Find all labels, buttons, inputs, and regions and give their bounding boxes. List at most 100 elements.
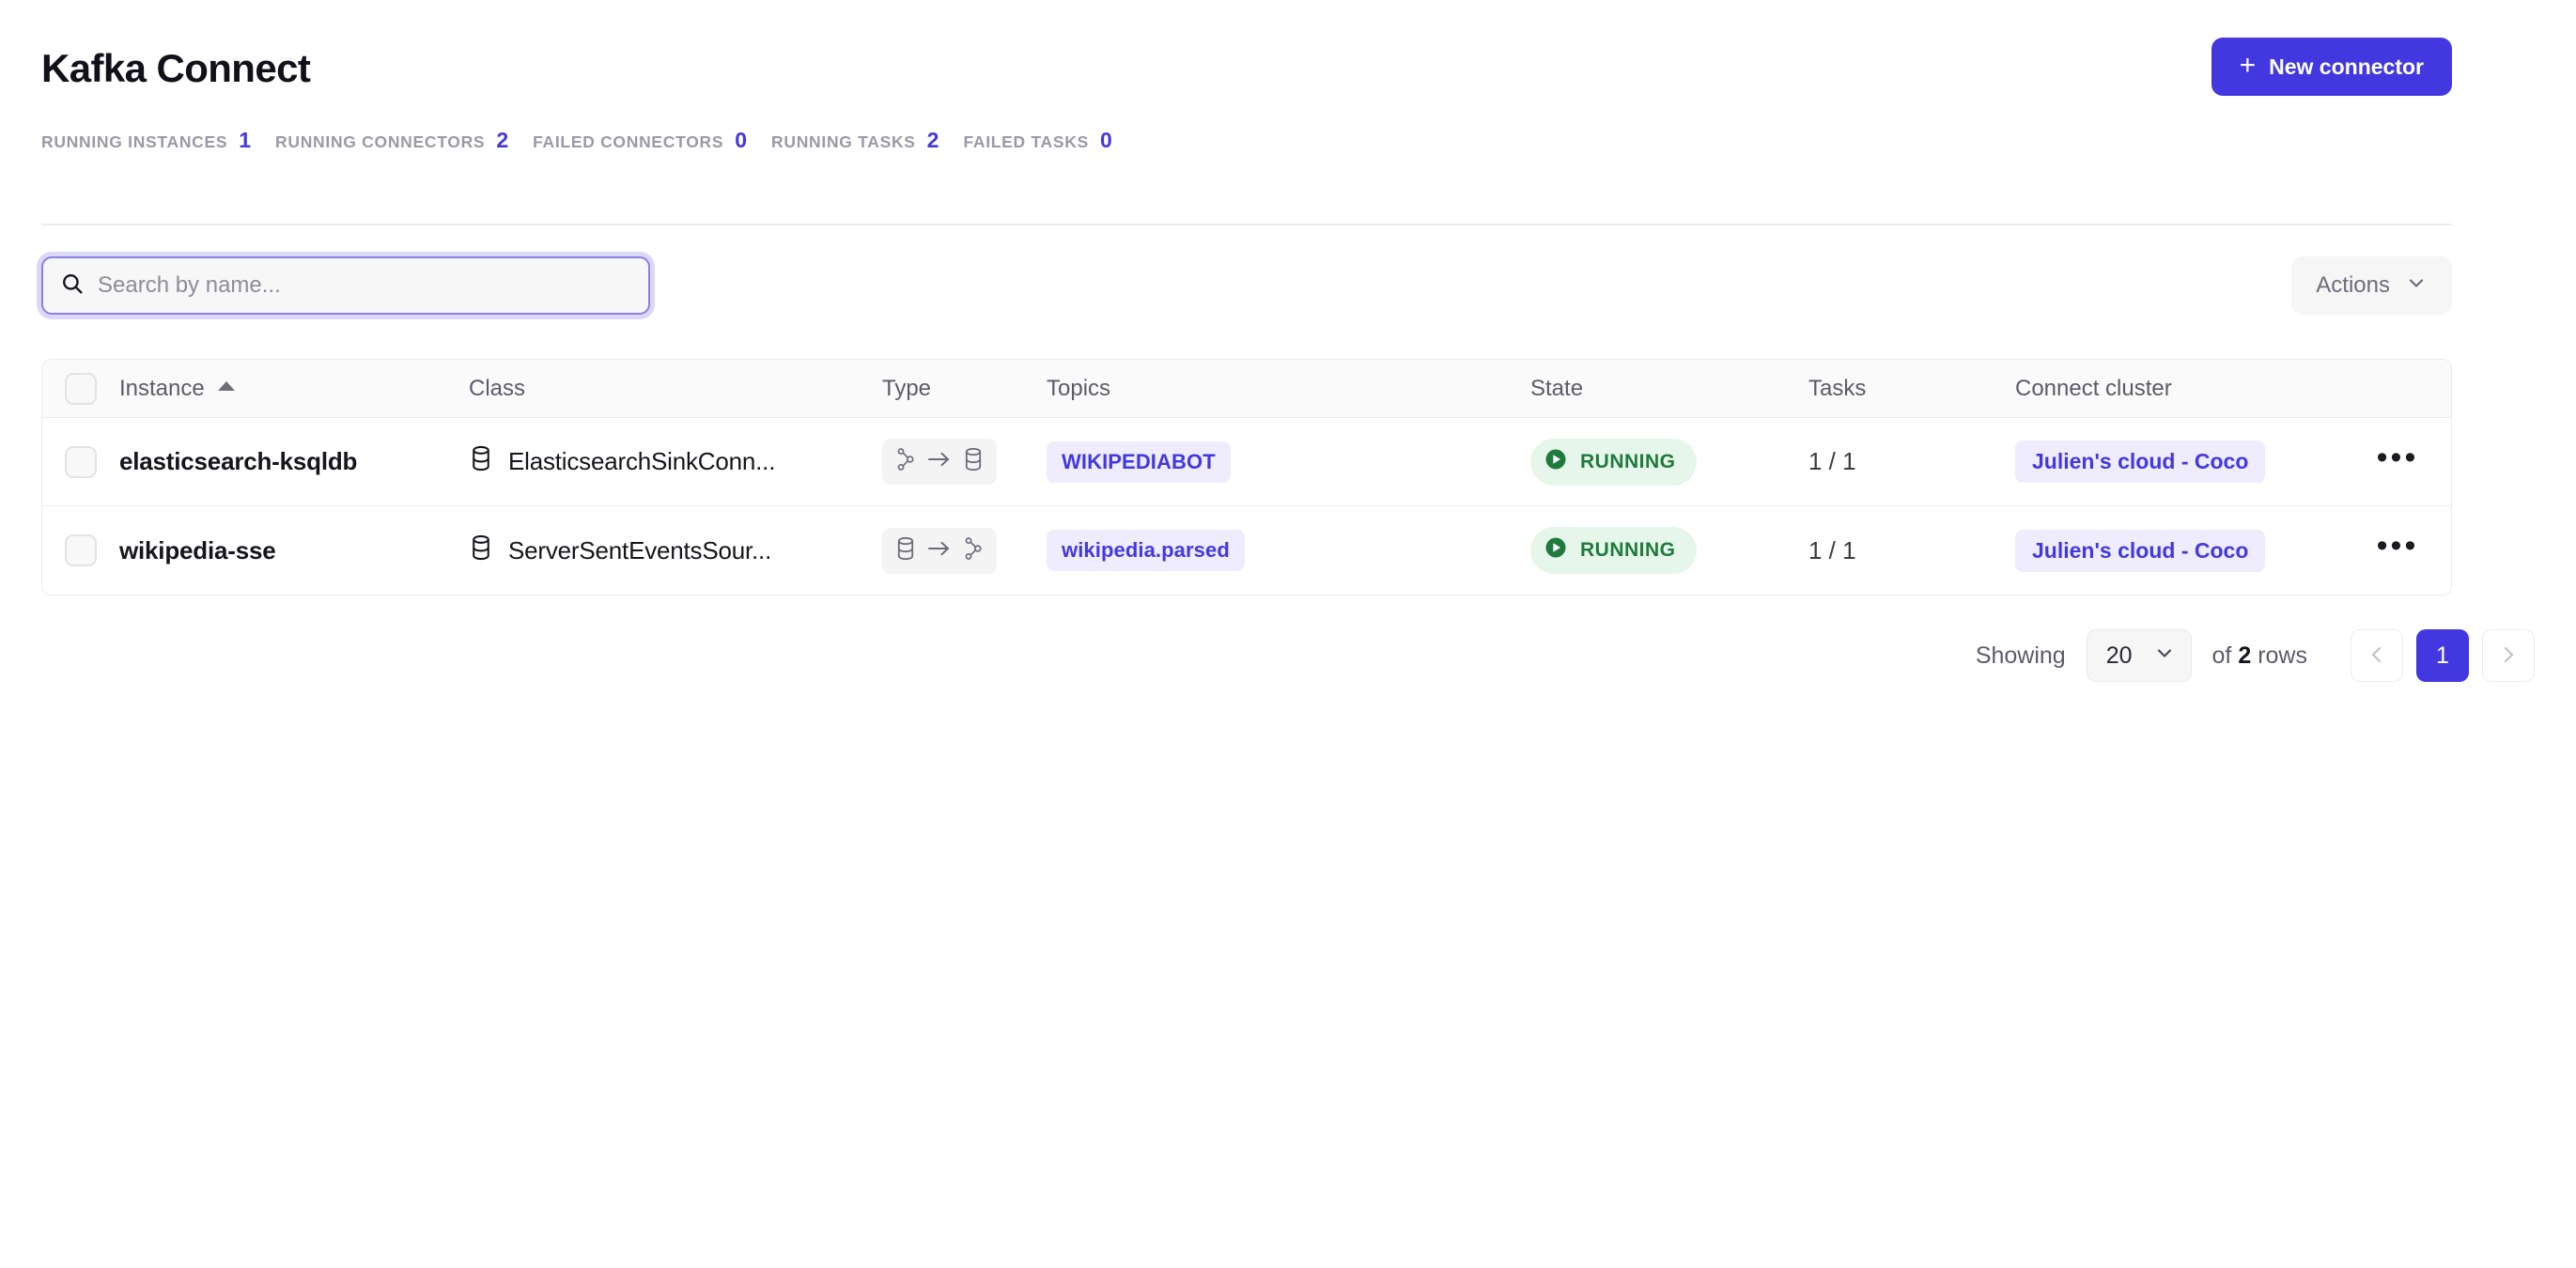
row-menu-cell: ••• — [2344, 530, 2451, 570]
page-size-select[interactable]: 20 — [2086, 629, 2192, 682]
cell-type — [882, 439, 1047, 485]
table-row[interactable]: elasticsearch-ksqldb ElasticsearchSinkCo… — [42, 418, 2451, 506]
stat-value: 1 — [239, 128, 252, 152]
chevron-right-icon — [2497, 643, 2520, 669]
cell-tasks: 1 / 1 — [1808, 447, 1856, 475]
chevron-left-icon — [2366, 643, 2388, 669]
cell-instance: elasticsearch-ksqldb — [119, 447, 358, 475]
topic-chip[interactable]: wikipedia.parsed — [1047, 530, 1245, 571]
cell-class: ServerSentEventsSour... — [469, 534, 882, 567]
play-circle-icon — [1544, 535, 1568, 565]
chevron-down-icon — [2405, 271, 2428, 301]
stat-value: 0 — [1099, 128, 1112, 152]
row-overflow-menu-button[interactable]: ••• — [2367, 530, 2429, 570]
cell-class-label: ElasticsearchSinkConn... — [508, 447, 776, 475]
cell-state: RUNNING — [1530, 438, 1808, 486]
page-title: Kafka Connect — [41, 46, 311, 90]
row-checkbox[interactable] — [65, 534, 97, 566]
column-label: Type — [882, 375, 932, 401]
stat-failed-connectors: FAILED CONNECTORS 0 — [533, 128, 747, 153]
stat-label: RUNNING CONNECTORS — [275, 132, 486, 151]
stat-running-connectors: RUNNING CONNECTORS 2 — [275, 128, 508, 153]
page-button-1[interactable]: 1 — [2416, 629, 2469, 682]
database-icon — [469, 534, 493, 567]
page-header: Kafka Connect + New connector RUNNING IN… — [41, 38, 2452, 153]
topic-chip[interactable]: WIKIPEDIABOT — [1047, 441, 1231, 483]
database-icon — [962, 447, 985, 476]
status-label: RUNNING — [1580, 539, 1676, 561]
select-all-cell — [42, 372, 119, 405]
play-circle-icon — [1544, 447, 1568, 477]
table-header-row: Instance Class Type Topics State Tasks C… — [42, 360, 2451, 418]
column-header-tasks[interactable]: Tasks — [1808, 376, 2015, 402]
column-label: Connect cluster — [2015, 375, 2172, 401]
column-label: Tasks — [1808, 375, 1867, 401]
row-select-cell — [42, 534, 119, 566]
cell-topics: WIKIPEDIABOT — [1047, 441, 1530, 483]
status-badge: RUNNING — [1530, 527, 1697, 574]
kafka-icon — [962, 536, 985, 565]
table-toolbar: Actions — [41, 255, 2452, 316]
previous-page-button[interactable] — [2351, 629, 2403, 682]
sort-ascending-icon — [217, 380, 235, 391]
actions-button[interactable]: Actions — [2291, 256, 2452, 315]
column-header-instance[interactable]: Instance — [119, 376, 469, 402]
column-header-class[interactable]: Class — [469, 376, 882, 402]
connectors-table: Instance Class Type Topics State Tasks C… — [41, 359, 2452, 595]
cell-state: RUNNING — [1530, 527, 1808, 574]
kafka-icon — [894, 447, 917, 476]
cell-topics: wikipedia.parsed — [1047, 530, 1530, 571]
table-row[interactable]: wikipedia-sse ServerSentEventsSour... wi… — [42, 506, 2451, 595]
kafka-connect-page: Kafka Connect + New connector RUNNING IN… — [0, 0, 2576, 1268]
row-menu-cell: ••• — [2344, 441, 2451, 482]
new-connector-button[interactable]: + New connector — [2211, 38, 2452, 96]
status-badge: RUNNING — [1530, 438, 1697, 486]
database-icon — [894, 536, 917, 565]
arrow-right-icon — [927, 539, 952, 563]
type-badge-sink — [882, 439, 997, 485]
cell-class-label: ServerSentEventsSour... — [508, 535, 772, 564]
connect-cluster-link[interactable]: Julien's cloud - Coco — [2015, 441, 2266, 483]
column-header-state[interactable]: State — [1530, 376, 1808, 402]
cell-tasks: 1 / 1 — [1808, 535, 1856, 564]
status-label: RUNNING — [1580, 450, 1676, 472]
select-all-checkbox[interactable] — [65, 372, 97, 405]
next-page-button[interactable] — [2482, 629, 2535, 682]
column-header-topics[interactable]: Topics — [1047, 376, 1530, 402]
rows-total: of 2 rows — [2212, 642, 2307, 670]
pager: 1 — [2351, 629, 2535, 682]
rows-count: 2 — [2238, 642, 2252, 669]
cell-instance: wikipedia-sse — [119, 535, 276, 564]
stat-label: RUNNING TASKS — [771, 132, 916, 151]
new-connector-label: New connector — [2269, 54, 2424, 79]
stat-value: 2 — [496, 128, 509, 152]
row-checkbox[interactable] — [65, 445, 97, 478]
showing-label: Showing — [1975, 642, 2066, 669]
connect-cluster-link[interactable]: Julien's cloud - Coco — [2015, 529, 2266, 572]
chevron-down-icon — [2153, 642, 2176, 671]
stat-value: 2 — [926, 128, 939, 152]
cell-class: ElasticsearchSinkConn... — [469, 445, 882, 478]
search-input[interactable] — [98, 272, 631, 299]
stat-failed-tasks: FAILED TASKS 0 — [963, 128, 1111, 153]
stat-running-instances: RUNNING INSTANCES 1 — [41, 128, 251, 153]
stat-label: FAILED CONNECTORS — [533, 132, 724, 151]
search-icon — [60, 271, 85, 301]
cell-type — [882, 527, 1047, 574]
rows-label: rows — [2258, 642, 2307, 669]
row-overflow-menu-button[interactable]: ••• — [2367, 441, 2429, 482]
cell-connect-cluster: Julien's cloud - Coco — [2015, 529, 2344, 572]
header-divider — [41, 224, 2452, 225]
stat-label: FAILED TASKS — [963, 132, 1089, 151]
column-label: Instance — [119, 375, 205, 401]
of-label: of — [2211, 642, 2232, 669]
column-header-connect-cluster[interactable]: Connect cluster — [2015, 376, 2344, 402]
column-header-type[interactable]: Type — [882, 376, 1047, 402]
plus-icon: + — [2239, 50, 2257, 81]
cell-connect-cluster: Julien's cloud - Coco — [2015, 441, 2344, 483]
row-select-cell — [42, 445, 119, 478]
title-row: Kafka Connect + New connector — [41, 38, 2452, 96]
search-field[interactable] — [41, 256, 650, 315]
stats-strip: RUNNING INSTANCES 1 RUNNING CONNECTORS 2… — [41, 128, 2452, 153]
arrow-right-icon — [927, 450, 952, 473]
